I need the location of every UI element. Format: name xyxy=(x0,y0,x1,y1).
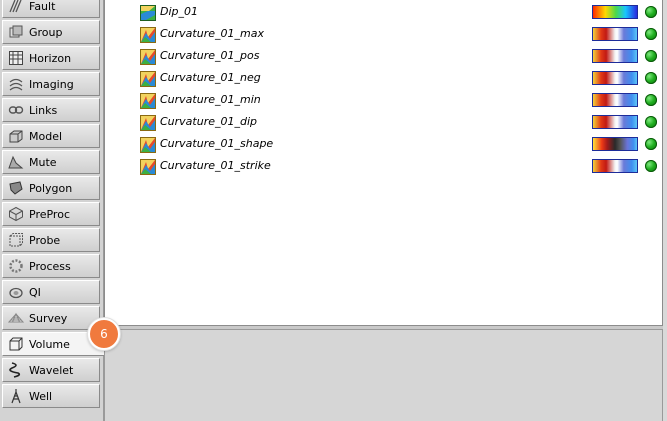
sidebar-item-polygon[interactable]: Polygon xyxy=(2,176,100,200)
colorbar-swatch[interactable] xyxy=(592,71,638,85)
volume-row[interactable]: Curvature_01_max xyxy=(137,24,657,46)
sidebar-item-qi[interactable]: QI xyxy=(2,280,100,304)
volume-icon xyxy=(140,49,156,65)
sidebar-item-label: Model xyxy=(29,129,63,143)
qi-icon xyxy=(9,287,23,299)
well-icon xyxy=(11,389,21,404)
colorbar-swatch[interactable] xyxy=(592,115,638,129)
volume-name: Curvature_01_shape xyxy=(160,137,274,150)
preproc-icon xyxy=(9,206,23,222)
volume-icon xyxy=(140,137,156,153)
sidebar-item-label: Horizon xyxy=(29,51,72,65)
volume-row[interactable]: Curvature_01_pos xyxy=(137,46,657,68)
volume-list-panel[interactable]: Dip_01 Curvature_01_max Curvature_01_pos Cu… xyxy=(104,0,663,326)
sidebar-item-label: Probe xyxy=(29,233,61,247)
volume-name: Curvature_01_max xyxy=(160,27,264,40)
sidebar-item-process[interactable]: Process xyxy=(2,254,100,278)
sidebar-item-label: Group xyxy=(29,25,63,39)
category-sidebar: Fault Group Horizon Imaging Links Model Mute Po… xyxy=(0,0,104,421)
sidebar-item-label: Mute xyxy=(29,155,57,169)
volume-icon xyxy=(140,93,156,109)
sidebar-item-label: Links xyxy=(29,103,58,117)
wavelet-icon xyxy=(9,362,21,378)
volume-name: Curvature_01_pos xyxy=(160,49,260,62)
colorbar-swatch[interactable] xyxy=(592,27,638,41)
status-indicator xyxy=(645,138,657,150)
sidebar-item-well[interactable]: Well xyxy=(2,384,100,408)
sidebar-item-wavelet[interactable]: Wavelet xyxy=(2,358,100,382)
sidebar-item-imaging[interactable]: Imaging xyxy=(2,72,100,96)
volume-row[interactable]: Curvature_01_neg xyxy=(137,68,657,90)
colorbar-swatch[interactable] xyxy=(592,5,638,19)
sidebar-item-links[interactable]: Links xyxy=(2,98,100,122)
sidebar-item-group[interactable]: Group xyxy=(2,20,100,44)
survey-icon xyxy=(8,312,24,323)
horizon-icon xyxy=(9,51,23,65)
volume-row[interactable]: Curvature_01_strike xyxy=(137,156,657,178)
volume-icon xyxy=(140,27,156,43)
sidebar-item-label: Imaging xyxy=(29,77,74,91)
sidebar-item-label: Wavelet xyxy=(29,363,74,377)
status-indicator xyxy=(645,28,657,40)
volume-icon xyxy=(140,71,156,87)
sidebar-item-label: Survey xyxy=(29,311,68,325)
volume-name: Curvature_01_strike xyxy=(160,159,271,172)
volume-icon xyxy=(9,337,23,351)
sidebar-item-survey[interactable]: Survey xyxy=(2,306,100,330)
sidebar-item-mute[interactable]: Mute xyxy=(2,150,100,174)
colorbar-swatch[interactable] xyxy=(592,137,638,151)
colorbar-swatch[interactable] xyxy=(592,93,638,107)
sidebar-item-preproc[interactable]: PreProc xyxy=(2,202,100,226)
colorbar-swatch[interactable] xyxy=(592,49,638,63)
sidebar-item-label: Well xyxy=(29,389,53,403)
volume-row[interactable]: Dip_01 xyxy=(137,2,657,24)
mute-icon xyxy=(8,155,24,169)
polygon-icon xyxy=(9,181,23,195)
status-indicator xyxy=(645,94,657,106)
window-edge xyxy=(663,0,667,421)
status-indicator xyxy=(645,50,657,62)
status-indicator xyxy=(645,6,657,18)
volume-name: Dip_01 xyxy=(160,5,199,18)
sidebar-item-label: PreProc xyxy=(29,207,70,221)
status-indicator xyxy=(645,72,657,84)
volume-icon xyxy=(140,159,156,175)
sidebar-item-model[interactable]: Model xyxy=(2,124,100,148)
group-icon xyxy=(9,25,23,38)
status-indicator xyxy=(645,116,657,128)
links-icon xyxy=(8,106,24,114)
sidebar-item-label: Process xyxy=(29,259,71,273)
sidebar-item-fault[interactable]: Fault xyxy=(2,0,100,18)
volume-row[interactable]: Curvature_01_dip xyxy=(137,112,657,134)
volume-icon xyxy=(140,5,156,21)
process-icon xyxy=(9,259,23,273)
volume-row[interactable]: Curvature_01_min xyxy=(137,90,657,112)
volume-name: Curvature_01_dip xyxy=(160,115,258,128)
status-indicator xyxy=(645,160,657,172)
volume-icon xyxy=(140,115,156,131)
step-badge: 6 xyxy=(88,318,120,350)
sidebar-item-horizon[interactable]: Horizon xyxy=(2,46,100,70)
sidebar-item-label: Fault xyxy=(29,0,56,13)
sidebar-item-label: QI xyxy=(29,285,41,299)
colorbar-swatch[interactable] xyxy=(592,159,638,173)
fault-icon xyxy=(9,0,22,13)
probe-icon xyxy=(9,233,23,247)
details-panel xyxy=(104,329,663,421)
volume-name: Curvature_01_neg xyxy=(160,71,261,84)
sidebar-item-label: Polygon xyxy=(29,181,73,195)
imaging-icon xyxy=(9,78,23,91)
volume-row[interactable]: Curvature_01_shape xyxy=(137,134,657,156)
sidebar-item-label: Volume xyxy=(29,337,70,351)
sidebar-item-probe[interactable]: Probe xyxy=(2,228,100,252)
model-icon xyxy=(9,130,23,143)
volume-name: Curvature_01_min xyxy=(160,93,261,106)
